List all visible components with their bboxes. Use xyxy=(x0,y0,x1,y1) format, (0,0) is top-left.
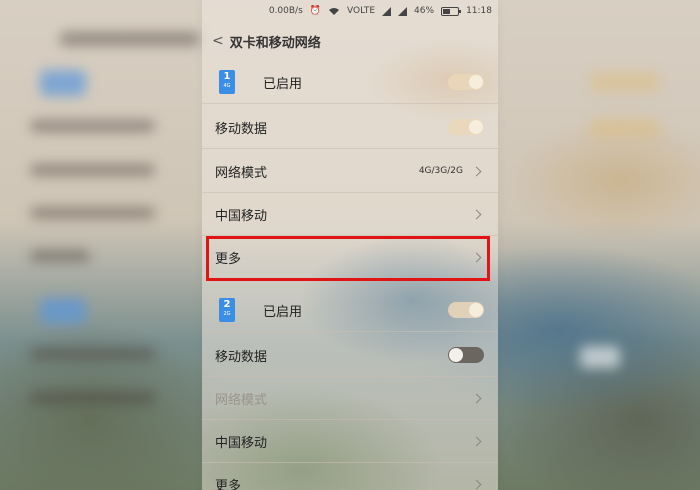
chevron-right-icon xyxy=(471,479,482,489)
sim1-mobile-data-toggle[interactable] xyxy=(448,119,484,135)
sim2-more-label: 更多 xyxy=(215,478,242,490)
chevron-right-icon xyxy=(471,393,482,403)
sim1-enable-toggle[interactable] xyxy=(448,74,484,90)
wifi-icon xyxy=(328,7,340,16)
status-bar: 0.00B/s ⏰ VOLTE 46% 11:18 xyxy=(202,0,498,22)
sim2-mobile-data-toggle[interactable] xyxy=(448,347,484,363)
sim2-mobile-data-label: 移动数据 xyxy=(215,349,268,365)
sim2-card-icon: 2 2G xyxy=(219,298,235,322)
chevron-right-icon xyxy=(471,436,482,446)
bg-blur-text xyxy=(30,207,155,219)
sim2-status-row[interactable]: 2 2G 已启用 xyxy=(202,289,498,332)
sim1-network-mode-label: 网络模式 xyxy=(215,165,268,181)
sim1-card-icon: 1 4G xyxy=(219,70,235,94)
sim2-mobile-data-row[interactable]: 移动数据 xyxy=(202,334,498,377)
sim1-mobile-data-label: 移动数据 xyxy=(215,121,268,137)
sim2-status-label: 已启用 xyxy=(263,304,303,320)
sim2-carrier-label: 中国移动 xyxy=(215,435,268,451)
bg-blur-text xyxy=(30,120,155,132)
chevron-right-icon xyxy=(471,209,482,219)
clock: 11:18 xyxy=(466,6,492,16)
sim1-network-mode-row[interactable]: 网络模式 4G/3G/2G xyxy=(202,150,498,193)
volte-label: VOLTE xyxy=(347,6,376,16)
sim1-type: 4G xyxy=(223,83,231,89)
sim1-status-label: 已启用 xyxy=(263,76,303,92)
sim2-carrier-row[interactable]: 中国移动 xyxy=(202,420,498,463)
sim1-mobile-data-row[interactable]: 移动数据 xyxy=(202,106,498,149)
chevron-left-icon[interactable]: < xyxy=(212,33,224,49)
bg-blur-title xyxy=(60,32,200,46)
bg-blur-sim-icon xyxy=(40,298,86,324)
highlight-box xyxy=(206,236,490,281)
title-bar: < 双卡和移动网络 xyxy=(202,22,498,60)
bg-blur-sim-icon xyxy=(40,70,86,96)
sim1-status-row[interactable]: 1 4G 已启用 xyxy=(202,61,498,104)
battery-percent: 46% xyxy=(414,6,435,16)
bg-blur-toggle xyxy=(590,72,660,92)
bg-blur-text xyxy=(30,164,155,176)
network-speed: 0.00B/s xyxy=(268,6,303,16)
sim1-carrier-row[interactable]: 中国移动 xyxy=(202,193,498,236)
bg-blur-toggle xyxy=(580,346,620,368)
sim2-type: 2G xyxy=(223,311,231,317)
signal-icon-2 xyxy=(398,6,408,16)
sim2-network-mode-row: 网络模式 xyxy=(202,377,498,420)
sim1-number: 1 xyxy=(223,71,231,82)
bg-blur-text xyxy=(30,250,90,262)
sim2-more-row[interactable]: 更多 xyxy=(202,463,498,490)
sim2-network-mode-label: 网络模式 xyxy=(215,392,268,408)
sim2-enable-toggle[interactable] xyxy=(448,302,484,318)
sim2-number: 2 xyxy=(223,299,231,310)
bg-blur-toggle xyxy=(590,118,660,138)
bg-blur-text xyxy=(30,348,155,360)
alarm-off-icon: ⏰ xyxy=(309,6,321,16)
sim1-network-mode-value: 4G/3G/2G xyxy=(418,166,463,176)
page-title: 双卡和移动网络 xyxy=(229,35,321,51)
signal-icon xyxy=(382,6,392,16)
chevron-right-icon xyxy=(471,166,482,176)
battery-icon xyxy=(441,6,462,16)
sim1-carrier-label: 中国移动 xyxy=(215,208,268,224)
bg-blur-text xyxy=(30,392,155,404)
